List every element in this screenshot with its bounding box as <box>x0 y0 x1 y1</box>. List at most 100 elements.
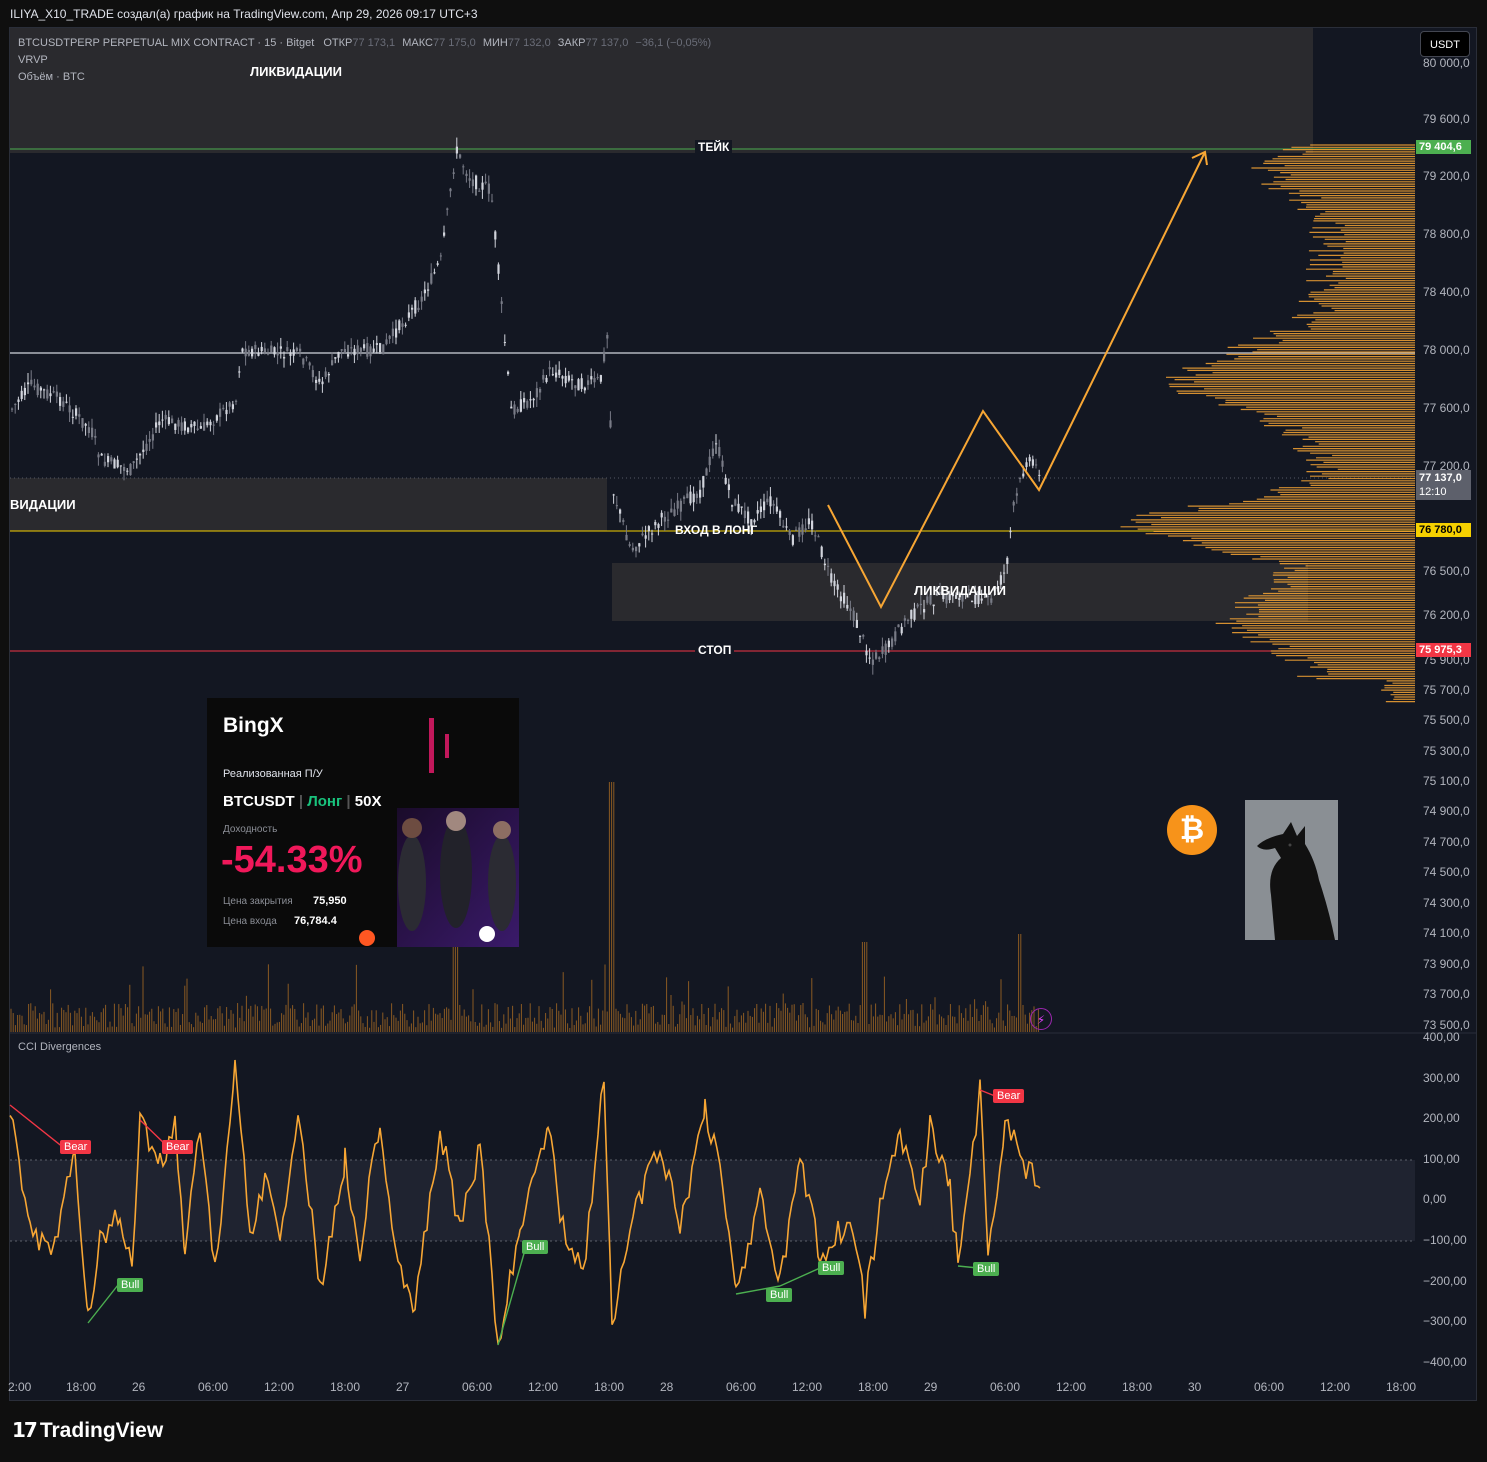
candle-body <box>644 535 647 539</box>
candle-body <box>971 601 974 603</box>
candle-body <box>321 381 324 385</box>
candle-body <box>369 346 372 357</box>
candle-body <box>305 357 308 359</box>
candle-body <box>775 506 778 512</box>
price-axis-tick: 79 200,0 <box>1423 169 1470 183</box>
price-axis-tick: 75 700,0 <box>1423 683 1470 697</box>
price-axis-tick: 75 300,0 <box>1423 744 1470 758</box>
time-axis-tick: 12:00 <box>528 1380 559 1394</box>
candle-body <box>663 516 666 522</box>
candle-body <box>334 357 337 359</box>
cci-title[interactable]: CCI Divergences <box>18 1041 101 1053</box>
candle-body <box>36 383 39 396</box>
candle-body <box>273 347 276 355</box>
bingx-logo: BingX <box>223 714 284 737</box>
cci-axis-tick: −200,00 <box>1423 1274 1467 1288</box>
candle-body <box>103 461 106 466</box>
candle-body <box>791 535 794 545</box>
candle-body <box>286 347 289 352</box>
candle-body <box>257 353 260 356</box>
candle-body <box>679 500 682 512</box>
candle-body <box>958 597 961 600</box>
candle-body <box>641 533 644 536</box>
candle-body <box>887 640 890 648</box>
lightning-icon[interactable]: ⚡ <box>1030 1008 1052 1030</box>
candle-body <box>107 456 110 463</box>
tradingview-logo[interactable]: 𝟭𝟳 TradingView <box>12 1418 163 1443</box>
candle-body <box>145 443 148 451</box>
candle-body <box>635 547 638 552</box>
candle-body <box>241 348 244 352</box>
candle-body <box>519 399 522 412</box>
time-axis-tick: 12:00 <box>264 1380 295 1394</box>
candle-body <box>878 657 881 659</box>
cci-axis-tick: −300,00 <box>1423 1314 1467 1328</box>
price-axis-tick: 74 700,0 <box>1423 835 1470 849</box>
candle-body <box>727 484 730 491</box>
cci-axis-tick: 400,00 <box>1423 1030 1460 1044</box>
time-axis-tick: 12:00 <box>792 1380 823 1394</box>
candle-body <box>468 178 471 181</box>
close-value: 77 137,0 <box>585 37 629 49</box>
close-label: ЗАКР <box>557 37 586 49</box>
candle-body <box>567 375 570 381</box>
symbol-title[interactable]: BTCUSDTPERP PERPETUAL MIX CONTRACT · 15 … <box>18 37 314 49</box>
candle-body <box>871 659 874 665</box>
candle-body <box>407 312 410 318</box>
bingx-yield: -54.33% <box>221 839 363 881</box>
candle-body <box>811 520 814 530</box>
stop-label: СТОП <box>695 643 735 657</box>
candle-body <box>769 496 772 507</box>
candle-body <box>555 372 558 378</box>
top-liquidation-label: ЛИКВИДАЦИИ <box>250 64 342 79</box>
candle-body <box>292 349 295 356</box>
player-silhouette-1 <box>398 835 426 931</box>
candle-body <box>443 232 446 236</box>
indicator-vrvp[interactable]: VRVP <box>18 52 711 69</box>
candle-body <box>401 323 404 327</box>
candle-body <box>596 377 599 379</box>
indicator-volume[interactable]: Объём · BTC <box>18 69 711 86</box>
candle-body <box>366 343 369 357</box>
candle-body <box>84 423 87 426</box>
candle-body <box>721 460 724 467</box>
tradingview-brand: TradingView <box>39 1419 164 1442</box>
candle-body <box>715 443 718 445</box>
time-axis-tick: 12:00 <box>1056 1380 1087 1394</box>
candle-body <box>814 535 817 537</box>
change-value: −36,1 (−0,05%) <box>635 37 712 49</box>
price-axis-tick: 76 200,0 <box>1423 608 1470 622</box>
candle-body <box>27 382 30 385</box>
candle-body <box>359 347 362 352</box>
candle-body <box>219 408 222 417</box>
candle-body <box>478 190 481 192</box>
candle-body <box>676 500 679 509</box>
cci-axis-tick: 300,00 <box>1423 1071 1460 1085</box>
projection-path[interactable] <box>827 151 1206 610</box>
cci-signal-bull: Bull <box>973 1262 1000 1276</box>
candle-body <box>510 406 513 409</box>
candle-body <box>913 608 916 620</box>
liquidation-zone-mid <box>10 478 607 531</box>
time-axis-tick: 18:00 <box>858 1380 889 1394</box>
candle-body <box>100 453 103 456</box>
candle-body <box>619 509 622 514</box>
candle-body <box>254 344 257 350</box>
candle-body <box>129 463 132 476</box>
candle-body <box>651 533 654 535</box>
chart-legend[interactable]: BTCUSDTPERP PERPETUAL MIX CONTRACT · 15 … <box>18 35 711 86</box>
candle-body <box>30 379 33 385</box>
candle-body <box>865 650 868 656</box>
candle-body <box>606 334 609 339</box>
candle-body <box>132 461 135 463</box>
candle-body <box>1015 493 1018 496</box>
candle-body <box>363 344 366 349</box>
time-axis-tick: 06:00 <box>462 1380 493 1394</box>
candle-body <box>702 476 705 488</box>
currency-button[interactable]: USDT <box>1420 31 1470 57</box>
candle-body <box>724 477 727 484</box>
candle-body <box>311 370 314 378</box>
candle-body <box>817 536 820 538</box>
price-axis-tick: 75 100,0 <box>1423 774 1470 788</box>
candle-body <box>1028 457 1031 462</box>
